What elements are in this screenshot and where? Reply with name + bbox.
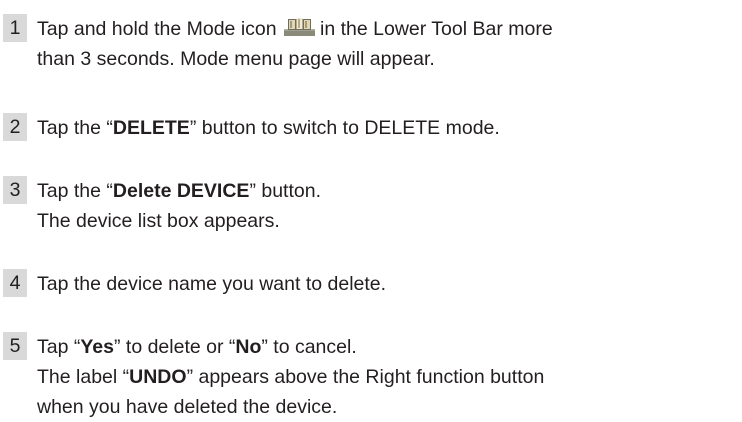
step-2-text-before: Tap the “ [37, 117, 113, 139]
step-4-line-1: Tap the device name you want to delete. [37, 273, 387, 295]
step-5-line-1: Tap “Yes” to delete or “No” to cancel. [37, 332, 737, 362]
instruction-steps: 1 Tap and hold the Mode icon in the Lowe… [0, 0, 742, 421]
step-number: 4 [3, 269, 27, 297]
step-5-line-2-after: ” appears above the Right function butto… [186, 366, 545, 388]
step-3-line-1: Tap the “Delete DEVICE” button. [37, 176, 737, 206]
step-5-text-part-2: ” to delete or “ [113, 336, 236, 358]
step-number: 2 [3, 113, 27, 141]
step-text: Tap the “DELETE” button to switch to DEL… [37, 113, 737, 143]
step-3-text-before: Tap the “ [37, 180, 113, 202]
step-5-bold-yes: Yes [80, 336, 114, 358]
step-2-line-1: Tap the “DELETE” button to switch to DEL… [37, 113, 737, 143]
step-5-bold-no: No [235, 336, 262, 358]
step-5-text-part-3: ” to cancel. [261, 336, 357, 358]
step-5-text-part-1: Tap “ [37, 336, 81, 358]
step-5-line-3: when you have deleted the device. [37, 396, 338, 418]
step-5-line-2: The label “UNDO” appears above the Right… [37, 362, 737, 392]
step-text: Tap the “Delete DEVICE” button. The devi… [37, 176, 737, 236]
step-number: 1 [3, 14, 27, 42]
step-3-bold-text: Delete DEVICE [112, 180, 250, 202]
mode-icon [284, 16, 316, 36]
step-1-text-after-icon: in the Lower Tool Bar more [320, 18, 553, 40]
step-1-line-1: Tap and hold the Mode icon in the Lower … [37, 14, 737, 44]
step-text: Tap the device name you want to delete. [37, 269, 737, 299]
step-1-line-2: than 3 seconds. Mode menu page will appe… [37, 48, 435, 70]
step-5-line-2-before: The label “ [37, 366, 130, 388]
step-2-bold-text: DELETE [112, 117, 190, 139]
step-1-text-before-icon: Tap and hold the Mode icon [37, 18, 277, 40]
step-text: Tap “Yes” to delete or “No” to cancel. T… [37, 332, 737, 422]
step-5-bold-undo: UNDO [129, 366, 187, 388]
step-3-line-2: The device list box appears. [37, 210, 280, 232]
step-number: 3 [3, 176, 27, 204]
step-3-text-after: ” button. [249, 180, 321, 202]
step-2-text-after: ” button to switch to DELETE mode. [189, 117, 500, 139]
step-text: Tap and hold the Mode icon in the Lower … [37, 14, 737, 74]
step-number: 5 [3, 332, 27, 360]
